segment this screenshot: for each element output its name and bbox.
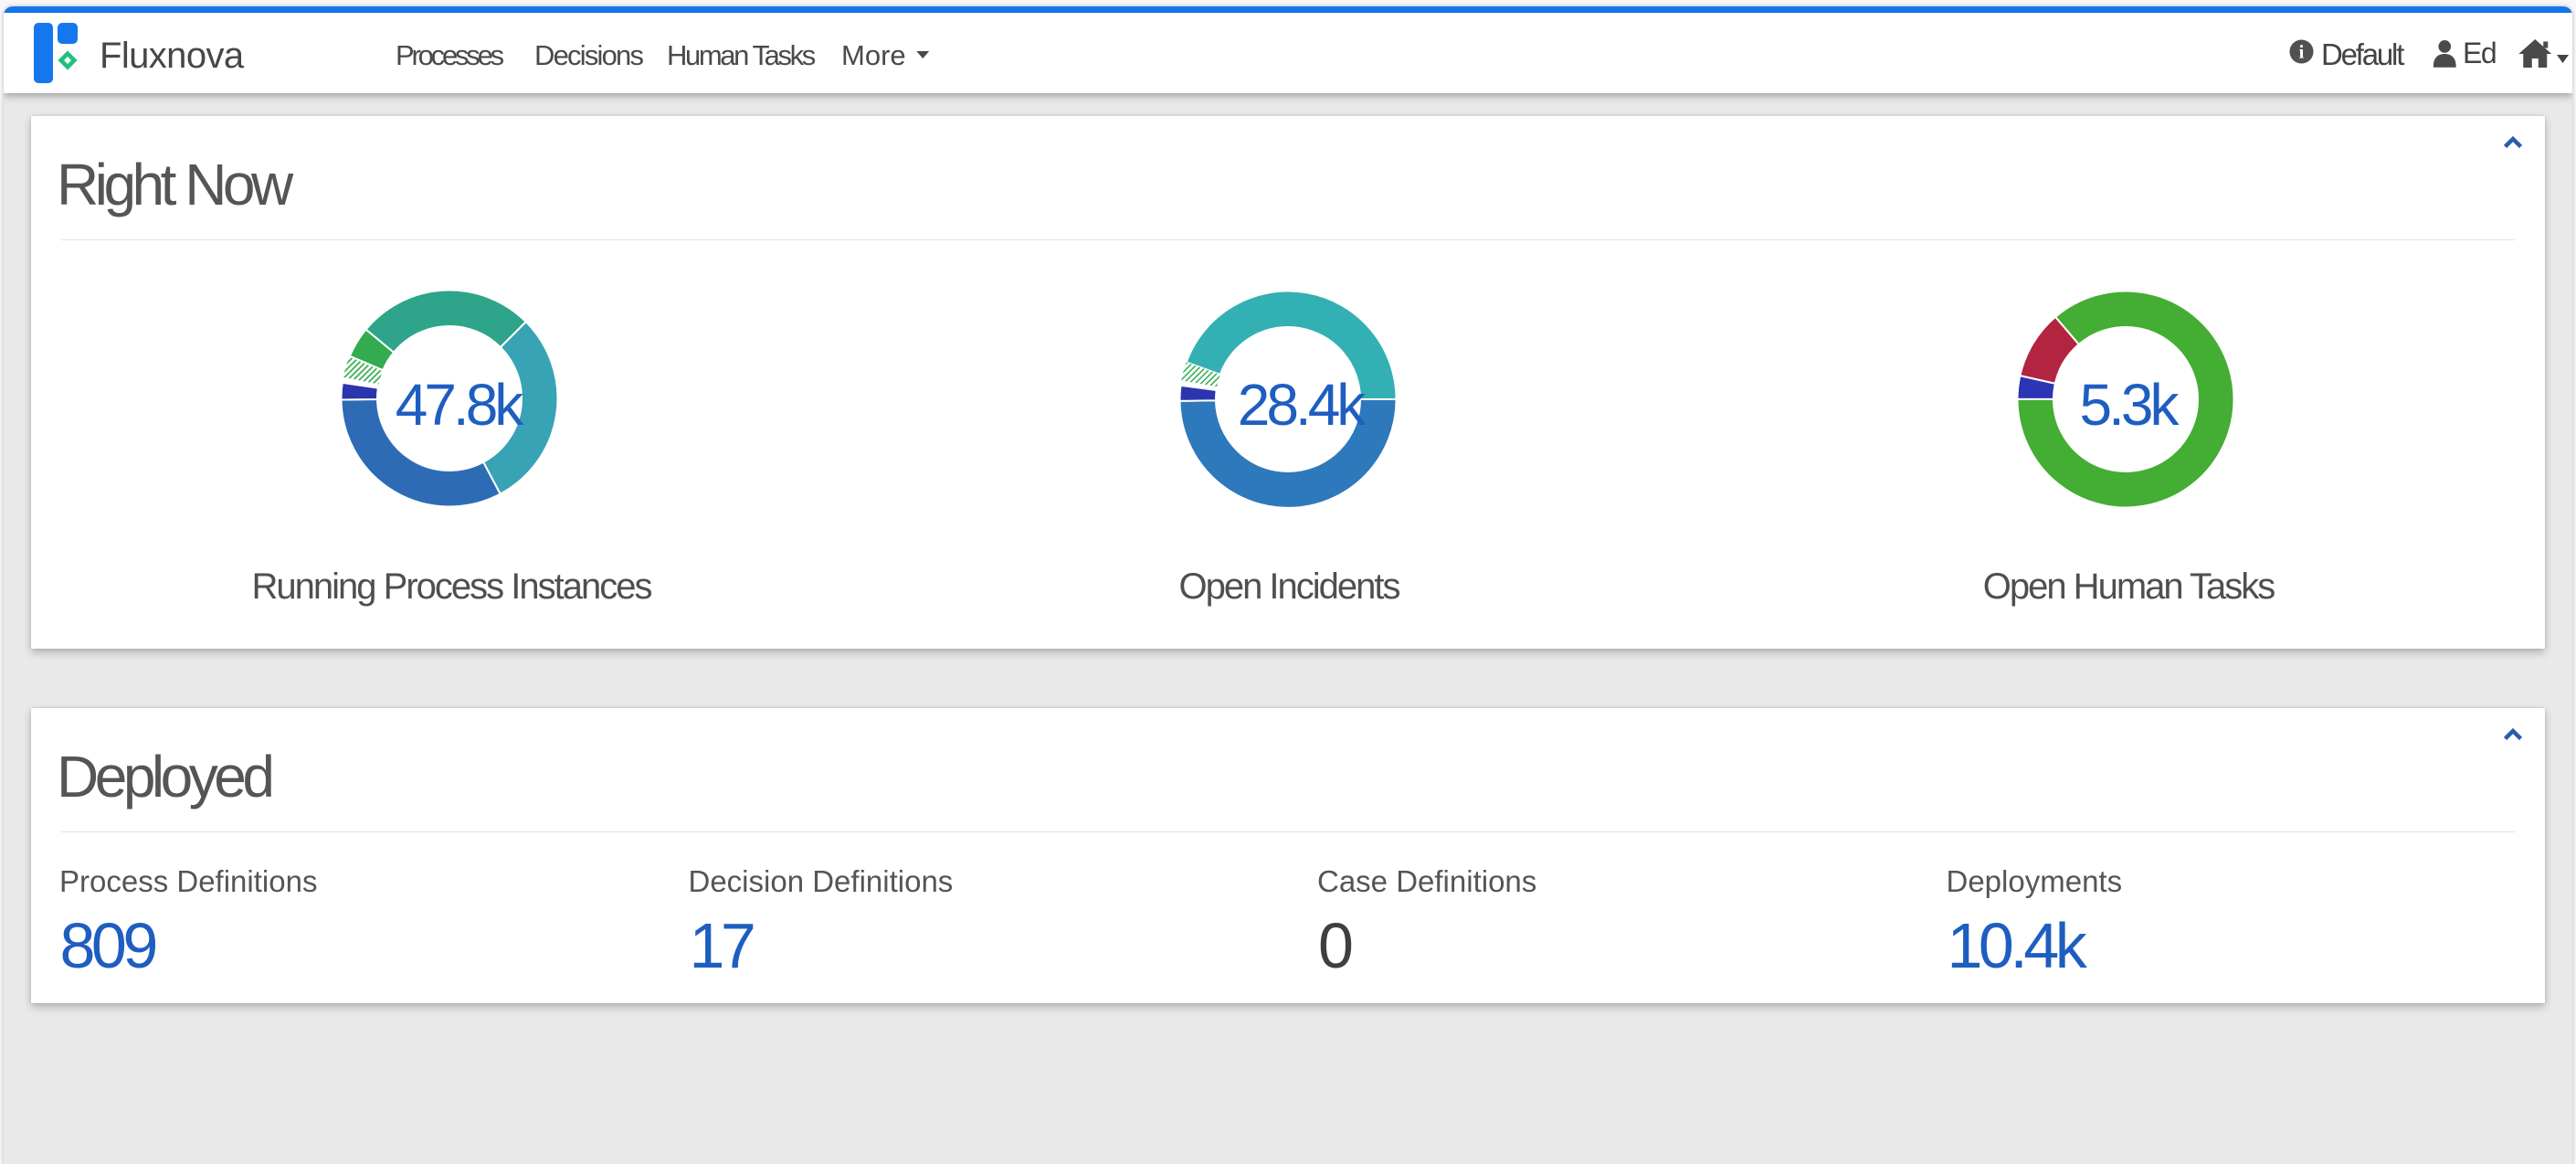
svg-text:i: i	[2299, 40, 2305, 62]
